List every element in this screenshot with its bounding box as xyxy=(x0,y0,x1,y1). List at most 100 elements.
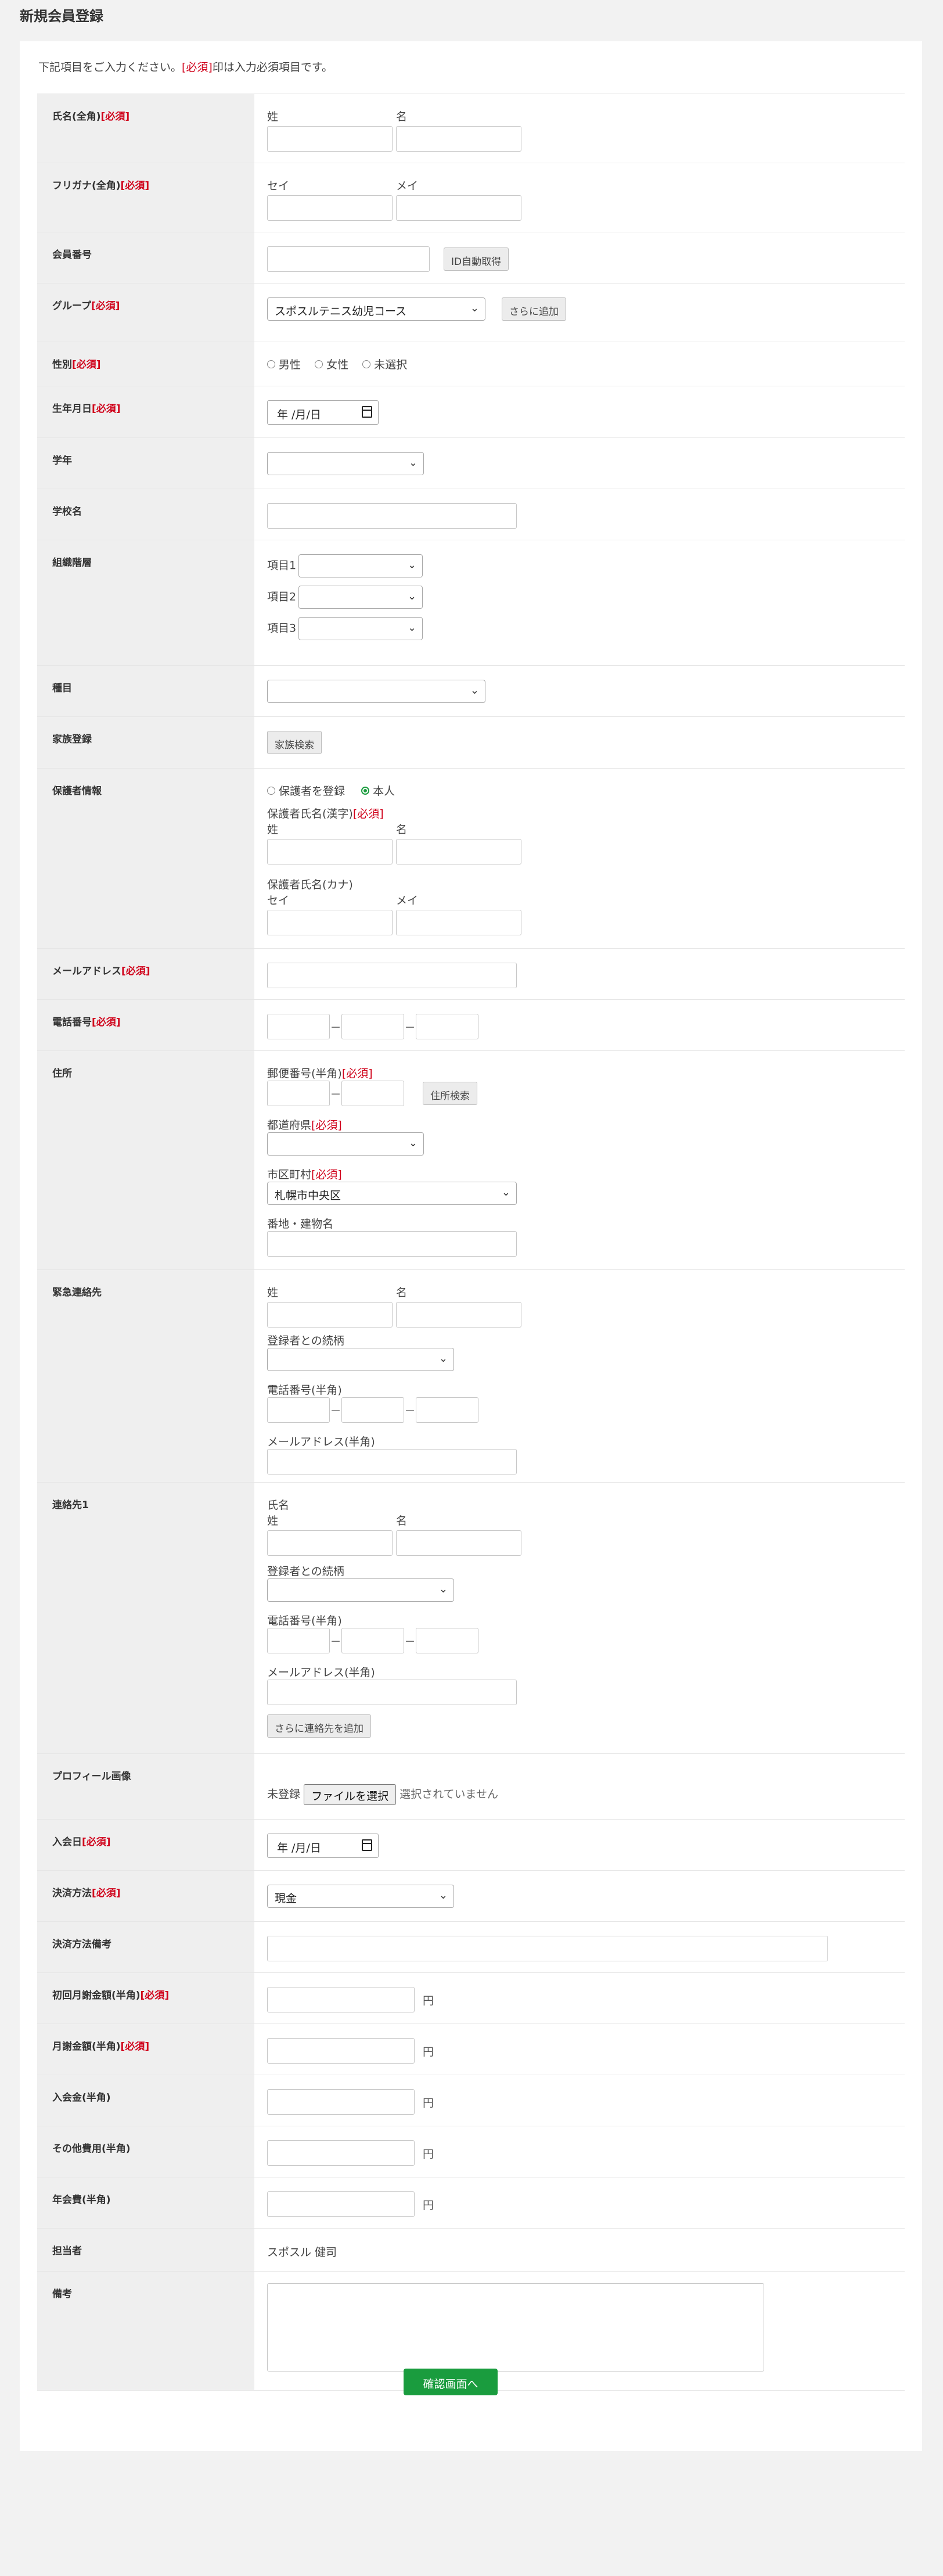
page-title: 新規会員登録 xyxy=(20,8,103,24)
contact-phone-3-input[interactable] xyxy=(416,1628,478,1653)
name-mei-input[interactable] xyxy=(396,126,521,152)
monthly-fee-input[interactable] xyxy=(267,2038,415,2064)
mei-label: 名 xyxy=(396,823,408,836)
chevron-down-icon: ⌄ xyxy=(408,1137,417,1149)
emergency-phone-2-input[interactable] xyxy=(341,1397,404,1423)
guardian-name-kana-label: 保護者氏名(カナ) xyxy=(267,878,353,891)
org-item-1-select[interactable]: ⌄ xyxy=(298,554,423,577)
label-first-fee: 初回月謝金額(半角)[必須] xyxy=(37,1973,254,2024)
contact-phone-1-input[interactable] xyxy=(267,1628,330,1653)
guardian-mei-kana-input[interactable] xyxy=(396,910,521,935)
category-select[interactable]: ⌄ xyxy=(267,680,485,703)
guardian-sei-kana-input[interactable] xyxy=(267,910,393,935)
grade-select[interactable]: ⌄ xyxy=(267,452,424,475)
emergency-phone-1-input[interactable] xyxy=(267,1397,330,1423)
sei-kana-label: セイ xyxy=(267,894,290,907)
label-phone: 電話番号[必須] xyxy=(37,1000,254,1050)
emergency-sei-input[interactable] xyxy=(267,1302,393,1328)
label-family: 家族登録 xyxy=(37,717,254,768)
guardian-register-option[interactable]: 保護者を登録 xyxy=(267,785,345,798)
postal-2-input[interactable] xyxy=(341,1081,404,1106)
radio-icon[interactable] xyxy=(362,360,371,368)
contact-email-input[interactable] xyxy=(267,1680,517,1705)
row-phone: 電話番号[必須] － － xyxy=(37,1000,905,1051)
school-input[interactable] xyxy=(267,503,517,529)
guardian-sei-input[interactable] xyxy=(267,839,393,864)
row-join-date: 入会日[必須] 年 /月/日 xyxy=(37,1820,905,1871)
row-contact1: 連絡先1 氏名 姓 名 登録者との続柄 ⌄ 電話番号(半角) － － メールアドレ… xyxy=(37,1483,905,1754)
kana-mei-input[interactable] xyxy=(396,195,521,221)
name-sei-input[interactable] xyxy=(267,126,393,152)
row-group: グループ[必須] スポスルテニス幼児コース ⌄ さらに追加 xyxy=(37,284,905,342)
payment-select[interactable]: 現金 ⌄ xyxy=(267,1885,454,1908)
contact-phone-2-input[interactable] xyxy=(341,1628,404,1653)
label-other-fee: その他費用(半角) xyxy=(37,2126,254,2177)
row-gender: 性別[必須] 男性 女性 未選択 xyxy=(37,342,905,386)
label-join-date: 入会日[必須] xyxy=(37,1820,254,1870)
dash: － xyxy=(330,1404,341,1418)
sei-label: 姓 xyxy=(267,823,279,836)
emergency-phone-3-input[interactable] xyxy=(416,1397,478,1423)
org-item-3-select[interactable]: ⌄ xyxy=(298,617,423,640)
other-fee-input[interactable] xyxy=(267,2140,415,2166)
chevron-down-icon: ⌄ xyxy=(408,590,417,602)
join-date-input[interactable]: 年 /月/日 xyxy=(267,1834,379,1858)
row-staff: 担当者 スポスル 健司 xyxy=(37,2229,905,2272)
gender-male-option[interactable]: 男性 xyxy=(267,358,301,371)
guardian-mei-input[interactable] xyxy=(396,839,521,864)
kana-sei-input[interactable] xyxy=(267,195,393,221)
note-textarea[interactable] xyxy=(267,2283,764,2372)
guardian-self-option[interactable]: 本人 xyxy=(361,785,395,798)
annual-fee-input[interactable] xyxy=(267,2191,415,2217)
postal-label: 郵便番号(半角)[必須] xyxy=(267,1067,373,1080)
org-item-1-label: 項目1 xyxy=(267,559,297,572)
gender-female-option[interactable]: 女性 xyxy=(315,358,348,371)
row-org: 組織階層 項目1 ⌄ 項目2 ⌄ 項目3 ⌄ xyxy=(37,540,905,666)
group-select[interactable]: スポスルテニス幼児コース ⌄ xyxy=(267,297,485,321)
auto-id-button[interactable]: ID自動取得 xyxy=(444,247,509,271)
add-contact-button[interactable]: さらに連絡先を追加 xyxy=(267,1714,371,1738)
birthday-date-input[interactable]: 年 /月/日 xyxy=(267,400,379,425)
postal-1-input[interactable] xyxy=(267,1081,330,1106)
calendar-icon[interactable] xyxy=(362,406,372,418)
confirm-button[interactable]: 確認画面へ xyxy=(404,2369,498,2395)
contact-sei-input[interactable] xyxy=(267,1530,393,1556)
city-label: 市区町村[必須] xyxy=(267,1168,342,1181)
prefecture-select[interactable]: ⌄ xyxy=(267,1132,424,1156)
admission-fee-input[interactable] xyxy=(267,2089,415,2115)
org-item-2-select[interactable]: ⌄ xyxy=(298,586,423,609)
emergency-relation-label: 登録者との続柄 xyxy=(267,1334,344,1347)
street-input[interactable] xyxy=(267,1231,517,1257)
city-select[interactable]: 札幌市中央区 ⌄ xyxy=(267,1182,517,1205)
emergency-relation-select[interactable]: ⌄ xyxy=(267,1348,454,1371)
contact-mei-input[interactable] xyxy=(396,1530,521,1556)
registration-form: 氏名(全角)[必須] 姓 名 フリガナ(全角)[必須] セイ メイ 会員番号 I… xyxy=(37,94,905,2391)
phone-3-input[interactable] xyxy=(416,1014,478,1039)
phone-1-input[interactable] xyxy=(267,1014,330,1039)
radio-selected-icon[interactable] xyxy=(361,786,370,795)
member-no-input[interactable] xyxy=(267,246,430,272)
chevron-down-icon: ⌄ xyxy=(408,622,417,634)
label-admission-fee: 入会金(半角) xyxy=(37,2075,254,2126)
guardian-name-kanji-label: 保護者氏名(漢字)[必須] xyxy=(267,808,384,820)
contact-relation-select[interactable]: ⌄ xyxy=(267,1578,454,1602)
org-item-3-label: 項目3 xyxy=(267,622,297,635)
contact-name-label: 氏名 xyxy=(267,1499,290,1512)
label-school: 学校名 xyxy=(37,489,254,540)
family-search-button[interactable]: 家族検索 xyxy=(267,731,322,754)
emergency-email-input[interactable] xyxy=(267,1449,517,1474)
calendar-icon[interactable] xyxy=(362,1839,372,1851)
first-fee-input[interactable] xyxy=(267,1987,415,2012)
radio-icon[interactable] xyxy=(267,786,275,795)
radio-icon[interactable] xyxy=(315,360,323,368)
phone-2-input[interactable] xyxy=(341,1014,404,1039)
email-input[interactable] xyxy=(267,963,517,988)
radio-icon[interactable] xyxy=(267,360,275,368)
emergency-mei-input[interactable] xyxy=(396,1302,521,1328)
label-kana: フリガナ(全角)[必須] xyxy=(37,163,254,232)
gender-unselected-option[interactable]: 未選択 xyxy=(362,358,407,371)
file-select-button[interactable]: ファイルを選択 xyxy=(304,1784,397,1805)
group-add-more-button[interactable]: さらに追加 xyxy=(502,297,567,321)
address-search-button[interactable]: 住所検索 xyxy=(423,1082,478,1105)
payment-note-input[interactable] xyxy=(267,1936,828,1961)
